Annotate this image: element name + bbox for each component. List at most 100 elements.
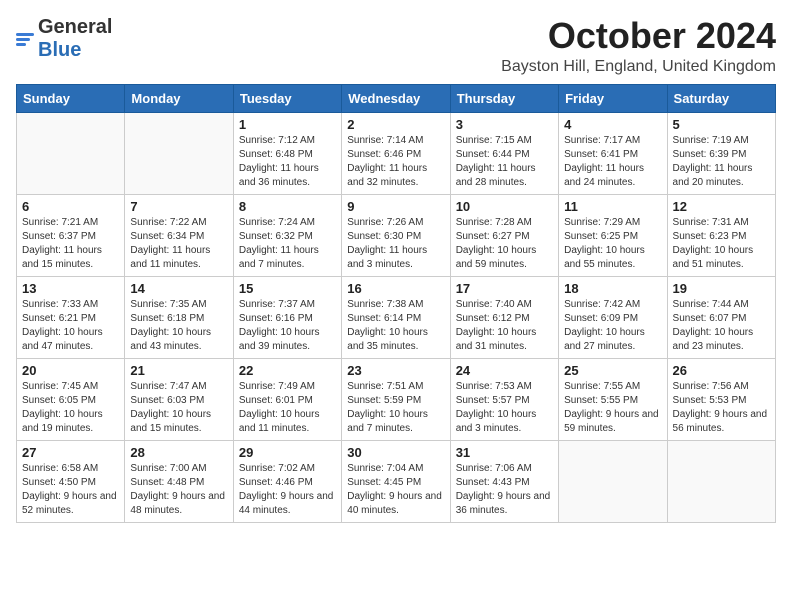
table-row: 5 Sunrise: 7:19 AM Sunset: 6:39 PM Daylig… bbox=[667, 112, 775, 194]
cell-info: Sunrise: 7:31 AM Sunset: 6:23 PM Dayligh… bbox=[673, 216, 770, 272]
cell-date: 29 bbox=[239, 445, 336, 460]
cell-info: Sunrise: 7:17 AM Sunset: 6:41 PM Dayligh… bbox=[564, 134, 661, 190]
cell-date: 5 bbox=[673, 117, 770, 132]
cell-info: Sunrise: 7:04 AM Sunset: 4:45 PM Dayligh… bbox=[347, 462, 444, 518]
month-title: October 2024 bbox=[501, 16, 776, 56]
table-row: 21Sunrise: 7:47 AM Sunset: 6:03 PM Dayli… bbox=[125, 358, 233, 440]
cell-info: Sunrise: 7:40 AM Sunset: 6:12 PM Dayligh… bbox=[456, 298, 553, 354]
calendar-week-0: 1 Sunrise: 7:12 AM Sunset: 6:48 PM Daylig… bbox=[17, 112, 776, 194]
cell-info: Sunrise: 7:12 AM Sunset: 6:48 PM Dayligh… bbox=[239, 134, 336, 190]
cell-info: Sunrise: 7:38 AM Sunset: 6:14 PM Dayligh… bbox=[347, 298, 444, 354]
cell-date: 19 bbox=[673, 281, 770, 296]
cell-info: Sunrise: 7:51 AM Sunset: 5:59 PM Dayligh… bbox=[347, 380, 444, 436]
table-row: 28 Sunrise: 7:00 AM Sunset: 4:48 PM Dayli… bbox=[125, 440, 233, 522]
table-row: 7 Sunrise: 7:22 AM Sunset: 6:34 PM Daylig… bbox=[125, 194, 233, 276]
cell-info: Sunrise: 7:24 AM Sunset: 6:32 PM Dayligh… bbox=[239, 216, 336, 272]
cell-info: Sunrise: 7:22 AM Sunset: 6:34 PM Dayligh… bbox=[130, 216, 227, 272]
cell-info: Sunrise: 7:47 AM Sunset: 6:03 PM Dayligh… bbox=[130, 380, 227, 436]
table-row: 12 Sunrise: 7:31 AM Sunset: 6:23 PM Dayli… bbox=[667, 194, 775, 276]
cell-info: Sunrise: 7:06 AM Sunset: 4:43 PM Dayligh… bbox=[456, 462, 553, 518]
cell-info: Sunrise: 7:29 AM Sunset: 6:25 PM Dayligh… bbox=[564, 216, 661, 272]
table-row bbox=[125, 112, 233, 194]
cell-date: 18 bbox=[564, 281, 661, 296]
cell-date: 22 bbox=[239, 363, 336, 378]
logo-blue: Blue bbox=[38, 39, 81, 61]
col-sunday: Sunday bbox=[17, 84, 125, 112]
table-row: 18 Sunrise: 7:42 AM Sunset: 6:09 PM Dayli… bbox=[559, 276, 667, 358]
table-row: 23Sunrise: 7:51 AM Sunset: 5:59 PM Dayli… bbox=[342, 358, 450, 440]
table-row: 6 Sunrise: 7:21 AM Sunset: 6:37 PM Daylig… bbox=[17, 194, 125, 276]
col-saturday: Saturday bbox=[667, 84, 775, 112]
cell-date: 28 bbox=[130, 445, 227, 460]
logo: General Blue bbox=[16, 16, 112, 62]
header: General Blue October 2024 Bayston Hill, … bbox=[16, 16, 776, 76]
cell-date: 1 bbox=[239, 117, 336, 132]
table-row: 27Sunrise: 6:58 AM Sunset: 4:50 PM Dayli… bbox=[17, 440, 125, 522]
calendar-week-3: 20Sunrise: 7:45 AM Sunset: 6:05 PM Dayli… bbox=[17, 358, 776, 440]
cell-date: 27 bbox=[22, 445, 119, 460]
cell-date: 6 bbox=[22, 199, 119, 214]
cell-info: Sunrise: 7:53 AM Sunset: 5:57 PM Dayligh… bbox=[456, 380, 553, 436]
table-row: 11Sunrise: 7:29 AM Sunset: 6:25 PM Dayli… bbox=[559, 194, 667, 276]
cell-info: Sunrise: 7:00 AM Sunset: 4:48 PM Dayligh… bbox=[130, 462, 227, 518]
cell-info: Sunrise: 7:19 AM Sunset: 6:39 PM Dayligh… bbox=[673, 134, 770, 190]
table-row: 8 Sunrise: 7:24 AM Sunset: 6:32 PM Daylig… bbox=[233, 194, 341, 276]
cell-date: 9 bbox=[347, 199, 444, 214]
table-row: 2Sunrise: 7:14 AM Sunset: 6:46 PM Daylig… bbox=[342, 112, 450, 194]
cell-date: 15 bbox=[239, 281, 336, 296]
logo-general: General bbox=[38, 16, 112, 38]
calendar-week-2: 13 Sunrise: 7:33 AM Sunset: 6:21 PM Dayli… bbox=[17, 276, 776, 358]
cell-info: Sunrise: 7:15 AM Sunset: 6:44 PM Dayligh… bbox=[456, 134, 553, 190]
table-row: 19 Sunrise: 7:44 AM Sunset: 6:07 PM Dayli… bbox=[667, 276, 775, 358]
table-row: 14Sunrise: 7:35 AM Sunset: 6:18 PM Dayli… bbox=[125, 276, 233, 358]
cell-date: 17 bbox=[456, 281, 553, 296]
cell-date: 16 bbox=[347, 281, 444, 296]
table-row bbox=[559, 440, 667, 522]
col-thursday: Thursday bbox=[450, 84, 558, 112]
col-monday: Monday bbox=[125, 84, 233, 112]
cell-date: 7 bbox=[130, 199, 227, 214]
calendar: Sunday Monday Tuesday Wednesday Thursday… bbox=[16, 84, 776, 523]
table-row: 30Sunrise: 7:04 AM Sunset: 4:45 PM Dayli… bbox=[342, 440, 450, 522]
table-row: 24 Sunrise: 7:53 AM Sunset: 5:57 PM Dayli… bbox=[450, 358, 558, 440]
table-row: 16 Sunrise: 7:38 AM Sunset: 6:14 PM Dayli… bbox=[342, 276, 450, 358]
calendar-week-1: 6 Sunrise: 7:21 AM Sunset: 6:37 PM Daylig… bbox=[17, 194, 776, 276]
col-tuesday: Tuesday bbox=[233, 84, 341, 112]
cell-date: 31 bbox=[456, 445, 553, 460]
table-row: 3 Sunrise: 7:15 AM Sunset: 6:44 PM Daylig… bbox=[450, 112, 558, 194]
cell-info: Sunrise: 7:33 AM Sunset: 6:21 PM Dayligh… bbox=[22, 298, 119, 354]
col-wednesday: Wednesday bbox=[342, 84, 450, 112]
cell-date: 3 bbox=[456, 117, 553, 132]
cell-info: Sunrise: 7:42 AM Sunset: 6:09 PM Dayligh… bbox=[564, 298, 661, 354]
cell-date: 13 bbox=[22, 281, 119, 296]
table-row: 20Sunrise: 7:45 AM Sunset: 6:05 PM Dayli… bbox=[17, 358, 125, 440]
calendar-header-row: Sunday Monday Tuesday Wednesday Thursday… bbox=[17, 84, 776, 112]
cell-date: 26 bbox=[673, 363, 770, 378]
table-row: 22Sunrise: 7:49 AM Sunset: 6:01 PM Dayli… bbox=[233, 358, 341, 440]
cell-info: Sunrise: 7:56 AM Sunset: 5:53 PM Dayligh… bbox=[673, 380, 770, 436]
location: Bayston Hill, England, United Kingdom bbox=[501, 58, 776, 76]
cell-date: 10 bbox=[456, 199, 553, 214]
table-row bbox=[667, 440, 775, 522]
logo-icon bbox=[16, 33, 34, 46]
table-row: 4Sunrise: 7:17 AM Sunset: 6:41 PM Daylig… bbox=[559, 112, 667, 194]
cell-date: 8 bbox=[239, 199, 336, 214]
table-row: 10 Sunrise: 7:28 AM Sunset: 6:27 PM Dayli… bbox=[450, 194, 558, 276]
cell-info: Sunrise: 7:37 AM Sunset: 6:16 PM Dayligh… bbox=[239, 298, 336, 354]
table-row: 29Sunrise: 7:02 AM Sunset: 4:46 PM Dayli… bbox=[233, 440, 341, 522]
cell-date: 20 bbox=[22, 363, 119, 378]
cell-info: Sunrise: 7:28 AM Sunset: 6:27 PM Dayligh… bbox=[456, 216, 553, 272]
cell-date: 24 bbox=[456, 363, 553, 378]
cell-date: 12 bbox=[673, 199, 770, 214]
cell-info: Sunrise: 7:26 AM Sunset: 6:30 PM Dayligh… bbox=[347, 216, 444, 272]
cell-info: Sunrise: 7:44 AM Sunset: 6:07 PM Dayligh… bbox=[673, 298, 770, 354]
table-row bbox=[17, 112, 125, 194]
col-friday: Friday bbox=[559, 84, 667, 112]
table-row: 17 Sunrise: 7:40 AM Sunset: 6:12 PM Dayli… bbox=[450, 276, 558, 358]
cell-info: Sunrise: 7:21 AM Sunset: 6:37 PM Dayligh… bbox=[22, 216, 119, 272]
cell-info: Sunrise: 7:14 AM Sunset: 6:46 PM Dayligh… bbox=[347, 134, 444, 190]
table-row: 31 Sunrise: 7:06 AM Sunset: 4:43 PM Dayli… bbox=[450, 440, 558, 522]
cell-date: 25 bbox=[564, 363, 661, 378]
table-row: 26 Sunrise: 7:56 AM Sunset: 5:53 PM Dayli… bbox=[667, 358, 775, 440]
table-row: 9 Sunrise: 7:26 AM Sunset: 6:30 PM Daylig… bbox=[342, 194, 450, 276]
